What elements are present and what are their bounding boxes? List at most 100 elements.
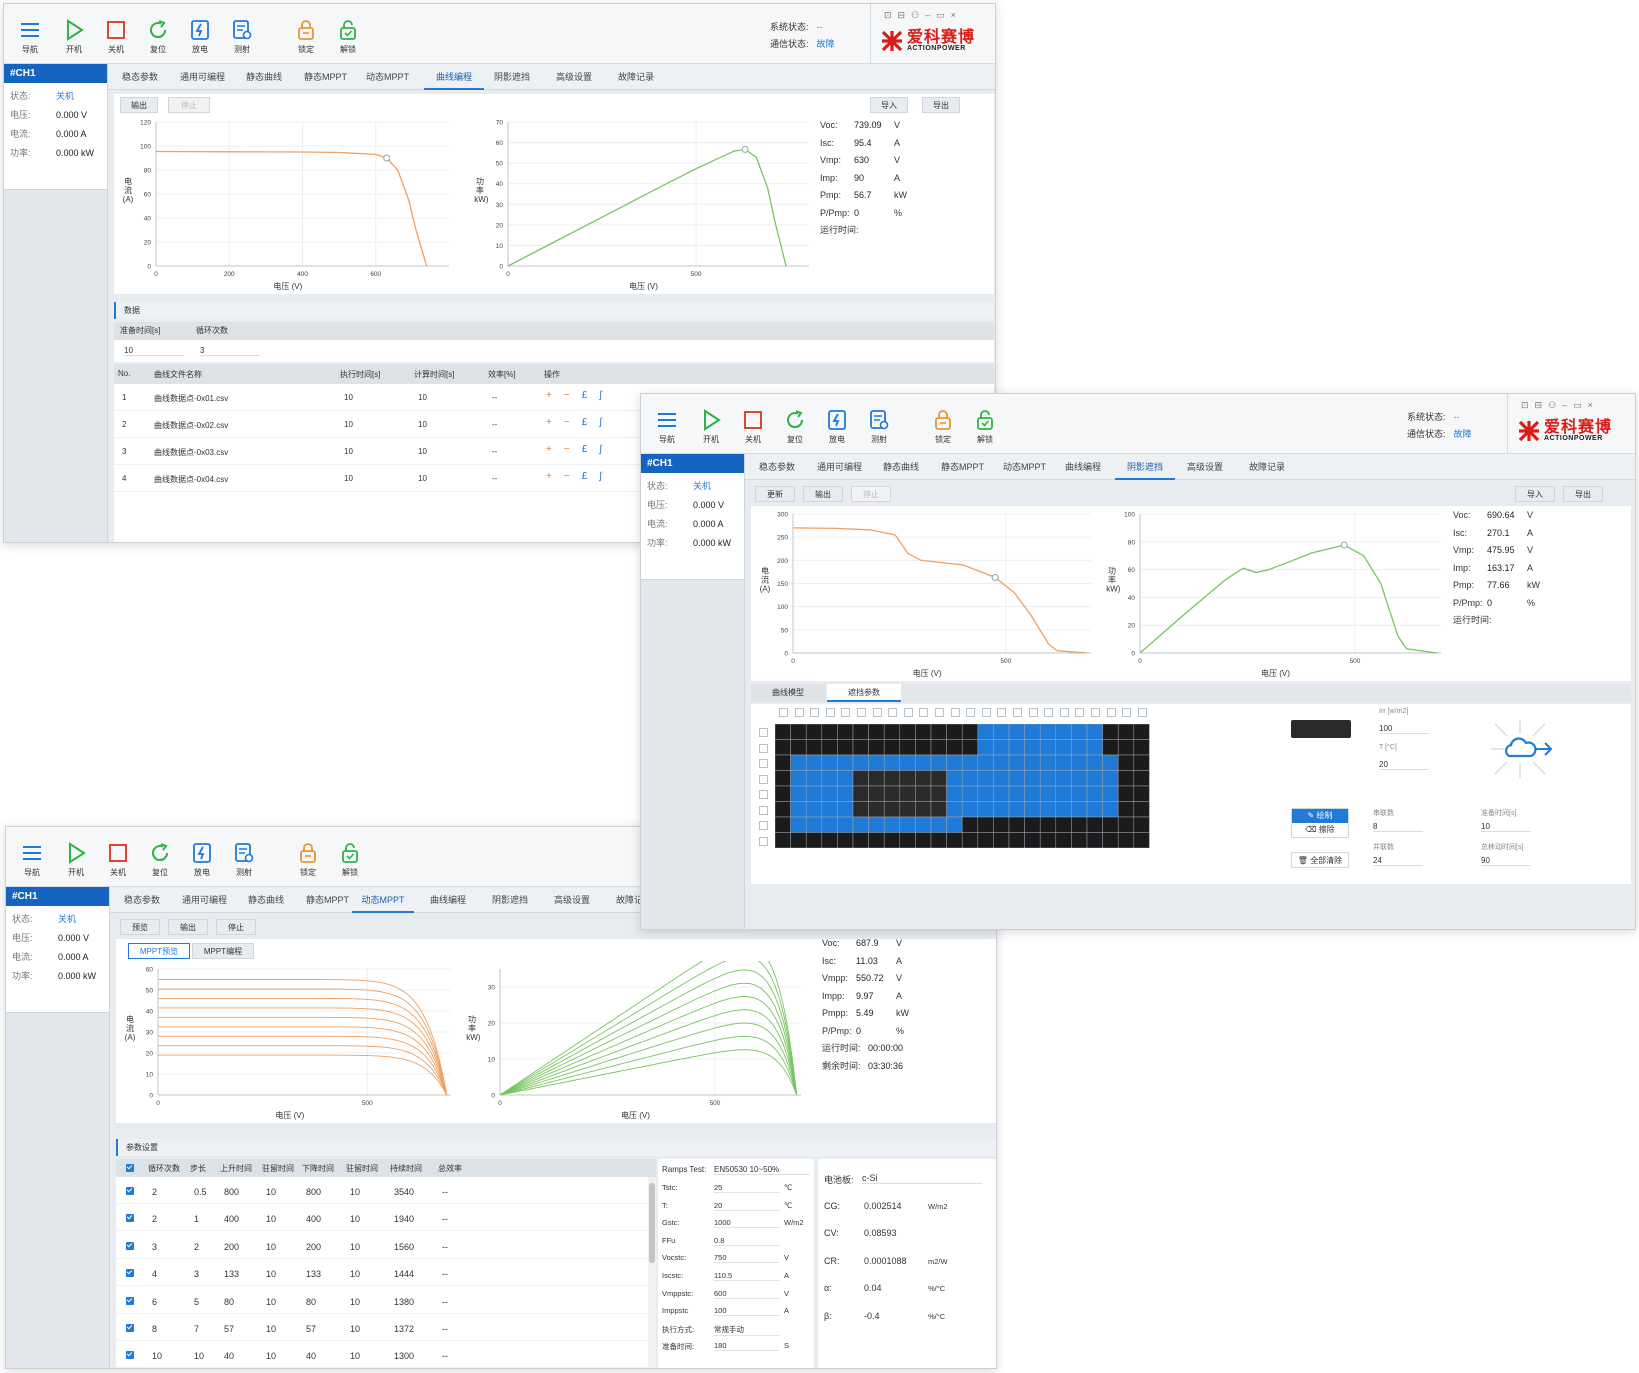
- column-checkbox[interactable]: [1122, 708, 1132, 717]
- shade-cell[interactable]: [915, 724, 932, 740]
- lock-button[interactable]: 锁定: [288, 18, 324, 55]
- select-all-checkbox[interactable]: [126, 1164, 134, 1172]
- shade-cell[interactable]: [1039, 754, 1057, 771]
- scrollbar-thumb[interactable]: [649, 1183, 655, 1263]
- shade-cell[interactable]: [1102, 754, 1119, 771]
- shade-cell[interactable]: [1071, 724, 1088, 740]
- shade-cell[interactable]: [868, 816, 885, 833]
- shade-cell[interactable]: [1133, 832, 1150, 849]
- output-button[interactable]: 输出: [168, 919, 208, 935]
- table-row[interactable]: 2 1 400 10 400 10 1940 --: [116, 1204, 648, 1232]
- env-value[interactable]: 180: [714, 1341, 780, 1352]
- shade-cell[interactable]: [1102, 816, 1119, 833]
- mppt-preview-tab[interactable]: MPPT预览: [128, 943, 190, 959]
- shade-cell[interactable]: [930, 724, 947, 740]
- scrollbar[interactable]: [648, 1177, 656, 1368]
- shade-cell[interactable]: [961, 816, 979, 833]
- shade-cell[interactable]: [946, 770, 963, 787]
- row-checkbox[interactable]: [759, 805, 768, 815]
- shade-cell[interactable]: [883, 816, 901, 833]
- shade-cell[interactable]: [1008, 785, 1025, 802]
- shade-cell[interactable]: [915, 754, 932, 771]
- shade-cell[interactable]: [1086, 801, 1103, 818]
- power-off-button[interactable]: 关机: [100, 841, 136, 878]
- export-button[interactable]: 导出: [1563, 486, 1603, 502]
- shade-cell[interactable]: [899, 724, 916, 740]
- tab-static-mppt[interactable]: 静态MPPT: [300, 70, 351, 90]
- shade-cell[interactable]: [993, 754, 1010, 771]
- tab-advanced[interactable]: 高级设置: [552, 70, 596, 90]
- channel-header[interactable]: #CH1: [641, 454, 744, 473]
- shade-cell[interactable]: [821, 816, 838, 833]
- shade-cell[interactable]: [790, 739, 807, 756]
- shade-cell[interactable]: [1086, 816, 1103, 833]
- shade-cell[interactable]: [775, 739, 791, 756]
- row-checkbox[interactable]: [126, 1351, 134, 1360]
- remove-icon[interactable]: −: [564, 417, 582, 428]
- shade-cell[interactable]: [821, 785, 838, 802]
- shade-cell[interactable]: [946, 832, 963, 849]
- tab-shading[interactable]: 阴影遮挡: [1115, 460, 1175, 480]
- shade-cell[interactable]: [837, 770, 854, 787]
- coef-value[interactable]: -0.4: [864, 1311, 920, 1321]
- row-checkbox[interactable]: [126, 1241, 134, 1250]
- table-row[interactable]: 3 2 200 10 200 10 1560 --: [116, 1232, 648, 1259]
- shade-cell[interactable]: [961, 785, 979, 802]
- shade-cell[interactable]: [993, 832, 1010, 849]
- shade-cell[interactable]: [1055, 785, 1072, 802]
- shade-cell[interactable]: [977, 739, 994, 756]
- shade-cell[interactable]: [821, 754, 838, 771]
- row-checkbox[interactable]: [126, 1296, 134, 1305]
- preview-button[interactable]: 预览: [120, 919, 160, 935]
- shade-cell[interactable]: [805, 801, 823, 818]
- shade-cell[interactable]: [977, 816, 994, 833]
- shade-cell[interactable]: [883, 739, 901, 756]
- column-checkbox[interactable]: [903, 708, 913, 717]
- shade-cell[interactable]: [1055, 801, 1072, 818]
- shade-cell[interactable]: [852, 724, 869, 740]
- shade-cell[interactable]: [1024, 724, 1041, 740]
- shade-cell[interactable]: [915, 770, 932, 787]
- shade-cell[interactable]: [1117, 770, 1135, 787]
- shade-cell[interactable]: [1055, 754, 1072, 771]
- shade-cell[interactable]: [883, 770, 901, 787]
- record-button[interactable]: 测射: [861, 408, 897, 445]
- shade-cell[interactable]: [993, 801, 1010, 818]
- subtab-shade-params[interactable]: 遮挡参数: [827, 684, 901, 702]
- column-checkbox[interactable]: [1028, 708, 1038, 717]
- shade-cell[interactable]: [1102, 724, 1119, 740]
- shade-cell[interactable]: [837, 785, 854, 802]
- row-checkbox[interactable]: [759, 743, 768, 753]
- column-checkbox[interactable]: [810, 708, 820, 717]
- shade-cell[interactable]: [1055, 816, 1072, 833]
- shade-cell[interactable]: [775, 801, 791, 818]
- shade-cell[interactable]: [977, 801, 994, 818]
- column-checkbox[interactable]: [1059, 708, 1069, 717]
- reset-button[interactable]: 复位: [142, 841, 178, 878]
- table-row[interactable]: 6 5 80 10 80 10 1380 --: [116, 1287, 648, 1314]
- edit-icon[interactable]: £: [582, 390, 600, 401]
- tab-static-curve[interactable]: 静态曲线: [879, 460, 923, 480]
- shade-cell[interactable]: [1086, 770, 1103, 787]
- shade-cell[interactable]: [1024, 801, 1041, 818]
- shade-cell[interactable]: [1008, 816, 1025, 833]
- add-icon[interactable]: +: [546, 444, 564, 455]
- env-value[interactable]: 20: [714, 1201, 780, 1211]
- shade-cell[interactable]: [821, 770, 838, 787]
- shade-cell[interactable]: [993, 816, 1010, 833]
- shade-cell[interactable]: [775, 770, 791, 787]
- shade-cell[interactable]: [1039, 801, 1057, 818]
- shade-cell[interactable]: [1086, 785, 1103, 802]
- shade-cell[interactable]: [805, 739, 823, 756]
- tab-fault-log[interactable]: 故障记录: [614, 70, 658, 90]
- power-on-button[interactable]: 开机: [56, 18, 92, 55]
- shade-cell[interactable]: [790, 754, 807, 771]
- shade-cell[interactable]: [1133, 754, 1150, 771]
- channel-header[interactable]: #CH1: [4, 64, 107, 83]
- power-on-button[interactable]: 开机: [693, 408, 729, 445]
- row-checkbox[interactable]: [759, 821, 768, 830]
- tab-static-mppt[interactable]: 静态MPPT: [937, 460, 988, 480]
- output-button[interactable]: 输出: [803, 486, 843, 502]
- env-value[interactable]: 0.8: [714, 1236, 780, 1246]
- shade-cell[interactable]: [899, 785, 916, 802]
